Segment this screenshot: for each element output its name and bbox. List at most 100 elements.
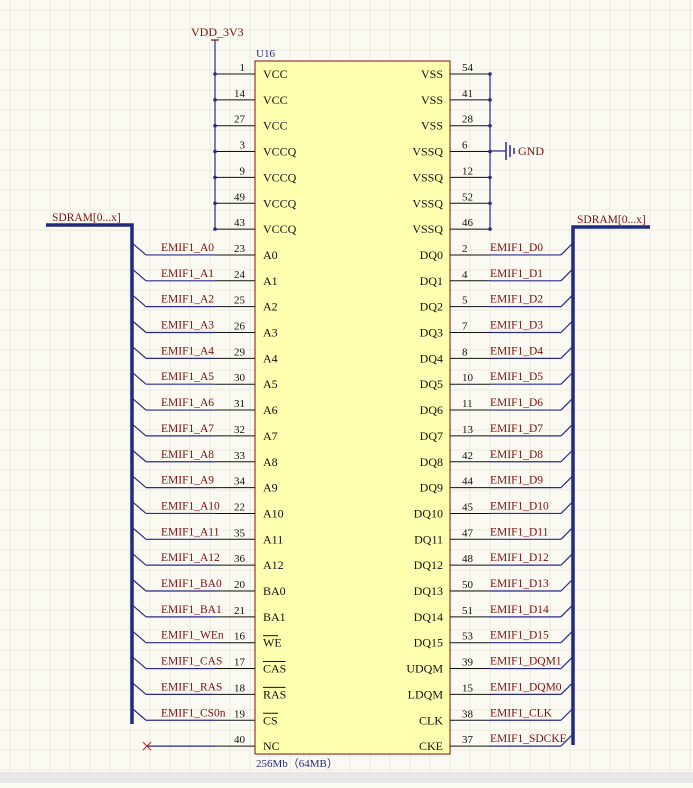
pin-number: 47 (462, 527, 474, 539)
bus-entry (131, 630, 147, 644)
pin-name: CLK (419, 713, 443, 727)
pin-number: 10 (462, 372, 474, 384)
net-label: EMIF1_A9 (161, 475, 214, 487)
pin-number: 52 (462, 191, 473, 203)
pin-name: DQ5 (420, 377, 443, 391)
net-label: EMIF1_D1 (490, 268, 543, 280)
bus-entry (560, 630, 574, 644)
pin-number: 9 (240, 165, 246, 177)
net-label: EMIF1_A4 (161, 345, 214, 357)
net-label: EMIF1_D15 (490, 630, 549, 642)
bus-entry (560, 578, 574, 592)
pin-name: VSSQ (412, 170, 443, 184)
pin-number: 14 (234, 88, 246, 100)
bus-entry (560, 604, 574, 618)
bus-entry (560, 552, 574, 566)
pin-number: 15 (462, 682, 474, 694)
pin-number: 54 (462, 62, 474, 74)
pin-name: VSSQ (412, 222, 443, 236)
gnd-power-port[interactable]: GND (490, 142, 544, 160)
pin-number: 36 (234, 553, 246, 565)
pin-name: DQ7 (420, 429, 443, 443)
bus-entry (131, 604, 147, 618)
bus-entry (131, 268, 147, 282)
bus-entry (131, 371, 147, 385)
bus-entry (131, 475, 147, 489)
pin-number: 42 (462, 450, 473, 462)
pin-name: VSS (421, 119, 443, 133)
net-label: EMIF1_CS0n (161, 707, 226, 719)
pin-number: 37 (462, 734, 474, 746)
pin-number: 13 (462, 424, 474, 436)
pin-name: A1 (263, 274, 278, 288)
net-label: EMIF1_D6 (490, 397, 543, 409)
pin-name: DQ10 (414, 506, 443, 520)
pin-number: 31 (234, 398, 245, 410)
pin-name: VCCQ (263, 170, 297, 184)
net-label: EMIF1_DQM1 (490, 656, 562, 668)
net-label: EMIF1_A2 (161, 294, 214, 306)
pin-name: DQ3 (420, 326, 443, 340)
bus-entry (560, 656, 574, 669)
net-label: EMIF1_A0 (161, 242, 214, 254)
pin-name: VSSQ (412, 145, 443, 159)
pin-number: 27 (234, 114, 246, 126)
pin-name: DQ15 (414, 636, 443, 650)
net-label: EMIF1_D8 (490, 449, 543, 461)
pin-name: VCCQ (263, 196, 297, 210)
pin-name: DQ13 (414, 584, 443, 598)
pin-number: 2 (462, 243, 468, 255)
net-label: EMIF1_A7 (161, 423, 214, 435)
pin-number: 45 (462, 501, 474, 513)
bus-entry (131, 526, 147, 540)
net-label: EMIF1_WEn (161, 630, 224, 642)
pin-name: VCCQ (263, 145, 297, 159)
pin-name: VCC (263, 93, 288, 107)
pin-number: 28 (462, 114, 474, 126)
pin-number: 38 (462, 708, 474, 720)
pin-name: DQ8 (420, 455, 443, 469)
pin-number: 44 (462, 476, 474, 488)
net-label: EMIF1_A12 (161, 552, 220, 564)
pin-number: 30 (234, 372, 246, 384)
pin-name: A10 (263, 506, 284, 520)
net-label: EMIF1_D12 (490, 552, 549, 564)
component-designator: U16 (256, 48, 275, 60)
pin-number: 35 (234, 527, 246, 539)
net-label: EMIF1_A3 (161, 320, 214, 332)
pin-name: A8 (263, 455, 278, 469)
bus-entry (131, 345, 147, 359)
right-bus[interactable]: SDRAM[0...x] (571, 214, 650, 745)
pin-name: UDQM (406, 662, 443, 676)
net-label: EMIF1_D13 (490, 578, 549, 590)
bus-entry (131, 449, 147, 463)
pin-name: DQ2 (420, 300, 443, 314)
pin-number: 24 (234, 269, 246, 281)
bus-entry (560, 345, 574, 359)
net-label: EMIF1_D7 (490, 423, 543, 435)
net-label: EMIF1_D10 (490, 500, 549, 512)
pin-name: A0 (263, 248, 278, 262)
pin-name: A11 (263, 532, 283, 546)
pin-number: 16 (234, 631, 246, 643)
net-label: EMIF1_RAS (161, 681, 222, 693)
net-label: EMIF1_D14 (490, 604, 549, 616)
bus-entry (131, 242, 147, 256)
net-label: EMIF1_BA0 (161, 578, 222, 590)
left-bus[interactable]: SDRAM[0...x] (46, 212, 134, 724)
net-label: EMIF1_D9 (490, 475, 543, 487)
pin-name: A6 (263, 403, 278, 417)
bus-entry (560, 475, 574, 489)
pin-number: 12 (462, 165, 473, 177)
net-label: EMIF1_D3 (490, 320, 543, 332)
pin-number: 49 (234, 191, 246, 203)
pin-name: LDQM (408, 687, 444, 701)
schematic-sheet: VDD_3V3 U16 256Mb（64MB） SDRAM[0...x] SDR… (0, 0, 693, 783)
pin-number: 48 (462, 553, 474, 565)
component-description: 256Mb（64MB） (256, 757, 338, 770)
bus-entry (131, 294, 147, 308)
pin-number: 46 (462, 217, 474, 229)
pin-name: A9 (263, 481, 278, 495)
net-label: EMIF1_DQM0 (490, 681, 562, 693)
net-label: EMIF1_D0 (490, 242, 543, 254)
